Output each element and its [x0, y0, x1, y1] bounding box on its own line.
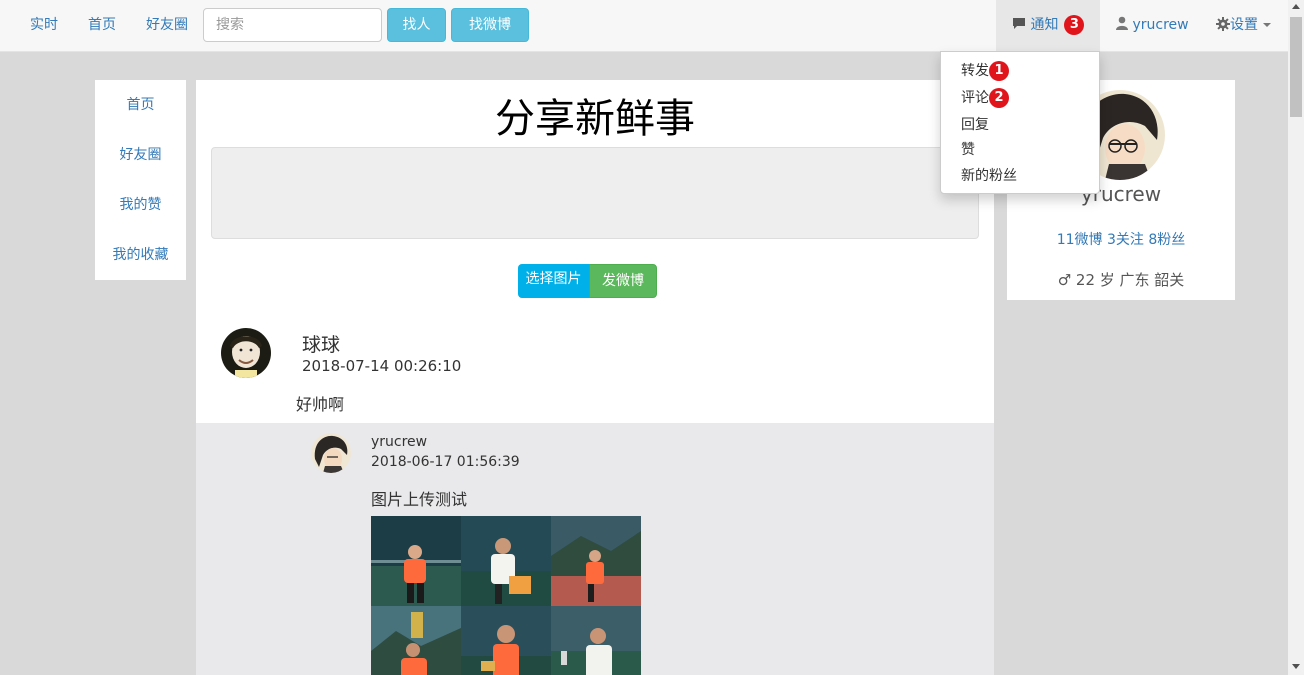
menu-item-label: 转发	[961, 63, 989, 79]
notification-dropdown: 转发 1 评论 2 回复 赞 新的粉丝	[940, 51, 1100, 194]
photo-grid	[371, 516, 641, 675]
photo-thumbnail[interactable]	[461, 516, 551, 606]
menu-item-new-followers[interactable]: 新的粉丝	[961, 166, 1017, 186]
reposts-count-badge: 1	[989, 61, 1009, 81]
photo-thumbnail[interactable]	[371, 606, 461, 675]
page-scrollbar[interactable]	[1288, 0, 1304, 675]
repost-content: 图片上传测试	[371, 490, 468, 509]
page-title: 分享新鲜事	[495, 96, 695, 142]
sidebar-item-my-favorites[interactable]: 我的收藏	[95, 245, 186, 265]
scroll-up-arrow-icon[interactable]	[1292, 4, 1300, 9]
menu-item-replies[interactable]: 回复	[961, 115, 989, 135]
profile-stats[interactable]: 11微博 3关注 8粉丝	[1007, 229, 1235, 249]
photo-thumbnail[interactable]	[551, 516, 641, 606]
profile-info: ♂ 22 岁 广东 韶关	[1057, 271, 1185, 289]
notification-count-badge: 3	[1064, 15, 1085, 35]
photo-thumbnail[interactable]	[371, 516, 461, 606]
sidebar-item-home[interactable]: 首页	[95, 95, 186, 115]
sidebar-item-friends[interactable]: 好友圈	[95, 145, 186, 165]
scroll-down-arrow-icon[interactable]	[1292, 664, 1300, 669]
gear-icon	[1216, 17, 1230, 31]
reposted-weibo[interactable]: yrucrew 2018-06-17 01:56:39 图片上传测试	[196, 423, 994, 675]
choose-image-button[interactable]: 选择图片	[518, 264, 589, 298]
post-content: 好帅啊	[296, 395, 345, 414]
caret-down-icon	[1263, 23, 1271, 27]
notifications-label: 通知	[1030, 17, 1059, 33]
menu-item-label: 评论	[961, 90, 989, 106]
sidebar-item-my-likes[interactable]: 我的赞	[95, 195, 186, 215]
notifications-toggle[interactable]: 通知 3	[996, 0, 1100, 52]
menu-item-reposts[interactable]: 转发 1	[961, 61, 1009, 81]
post-textarea[interactable]	[211, 147, 979, 239]
repost-author-avatar[interactable]	[311, 433, 351, 473]
search-input[interactable]	[203, 8, 382, 42]
nav-realtime[interactable]: 实时	[30, 0, 58, 52]
post-timestamp: 2018-07-14 00:26:10	[302, 357, 462, 375]
nav-home[interactable]: 首页	[88, 0, 116, 52]
menu-item-comments[interactable]: 评论 2	[961, 88, 1009, 108]
user-menu[interactable]: yrucrew	[1116, 0, 1189, 52]
repost-timestamp: 2018-06-17 01:56:39	[371, 454, 520, 470]
nav-friends[interactable]: 好友圈	[146, 0, 188, 52]
post-author-avatar[interactable]	[221, 328, 271, 378]
comment-icon	[1013, 18, 1025, 29]
left-sidebar: 首页 好友圈 我的赞 我的收藏	[95, 80, 186, 280]
main-feed: 分享新鲜事 选择图片 发微博 球球 2018-07-14 00:26:10 好帅…	[196, 80, 994, 675]
settings-label: 设置	[1230, 17, 1258, 33]
menu-item-likes[interactable]: 赞	[961, 140, 975, 160]
settings-menu[interactable]: 设置	[1216, 0, 1271, 52]
scrollbar-thumb[interactable]	[1290, 17, 1302, 117]
user-icon	[1116, 16, 1128, 30]
repost-author-name[interactable]: yrucrew	[371, 434, 427, 450]
find-people-button[interactable]: 找人	[387, 8, 446, 42]
photo-thumbnail[interactable]	[551, 606, 641, 675]
find-weibo-button[interactable]: 找微博	[451, 8, 529, 42]
nav-username: yrucrew	[1132, 17, 1189, 33]
post-author-name[interactable]: 球球	[302, 330, 340, 357]
photo-thumbnail[interactable]	[461, 606, 551, 675]
comments-count-badge: 2	[989, 88, 1009, 108]
post-weibo-button[interactable]: 发微博	[589, 264, 657, 298]
top-navbar: 实时 首页 好友圈 找人 找微博 通知 3 yrucrew	[0, 0, 1288, 52]
